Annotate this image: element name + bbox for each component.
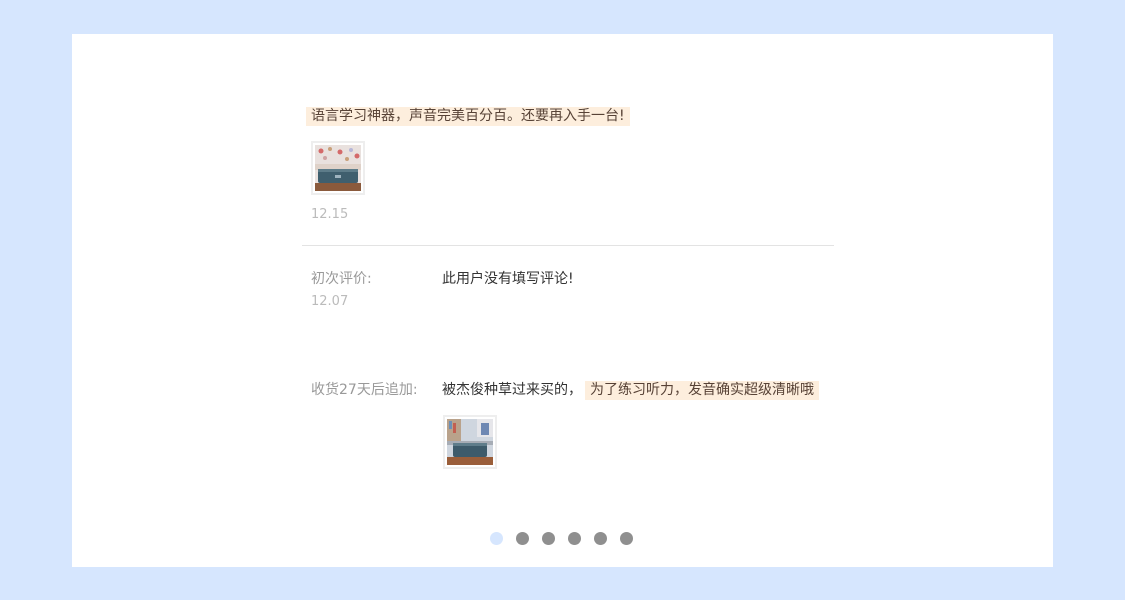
followup-review-content: 被杰俊种草过来买的， 为了练习听力，发音确实超级清晰哦 (442, 381, 819, 400)
review-carousel-card: 语言学习神器，声音完美百分百。还要再入手一台! 12.15 初次评价: 12.0… (72, 34, 1053, 567)
carousel-dot-4[interactable] (568, 532, 581, 545)
followup-review-text: 被杰俊种草过来买的， (442, 382, 582, 398)
initial-review-text: 此用户没有填写评论! (442, 271, 574, 287)
initial-review-date: 12.07 (311, 294, 349, 309)
carousel-dot-6[interactable] (620, 532, 633, 545)
initial-review-label: 初次评价: (311, 271, 372, 287)
review-highlight-text: 语言学习神器，声音完美百分百。还要再入手一台! (306, 107, 630, 126)
followup-photo-image (447, 419, 493, 465)
review-photo-image (315, 145, 361, 191)
review-date: 12.15 (311, 207, 349, 222)
review-divider (302, 245, 834, 246)
carousel-dot-1[interactable] (490, 532, 503, 545)
carousel-dot-2[interactable] (516, 532, 529, 545)
review-photo-thumbnail[interactable] (311, 141, 365, 195)
followup-review-label: 收货27天后追加: (311, 382, 418, 398)
carousel-dot-3[interactable] (542, 532, 555, 545)
carousel-pagination (490, 532, 633, 545)
carousel-dot-5[interactable] (594, 532, 607, 545)
followup-photo-thumbnail[interactable] (443, 415, 497, 469)
followup-review-highlight: 为了练习听力，发音确实超级清晰哦 (585, 381, 819, 400)
